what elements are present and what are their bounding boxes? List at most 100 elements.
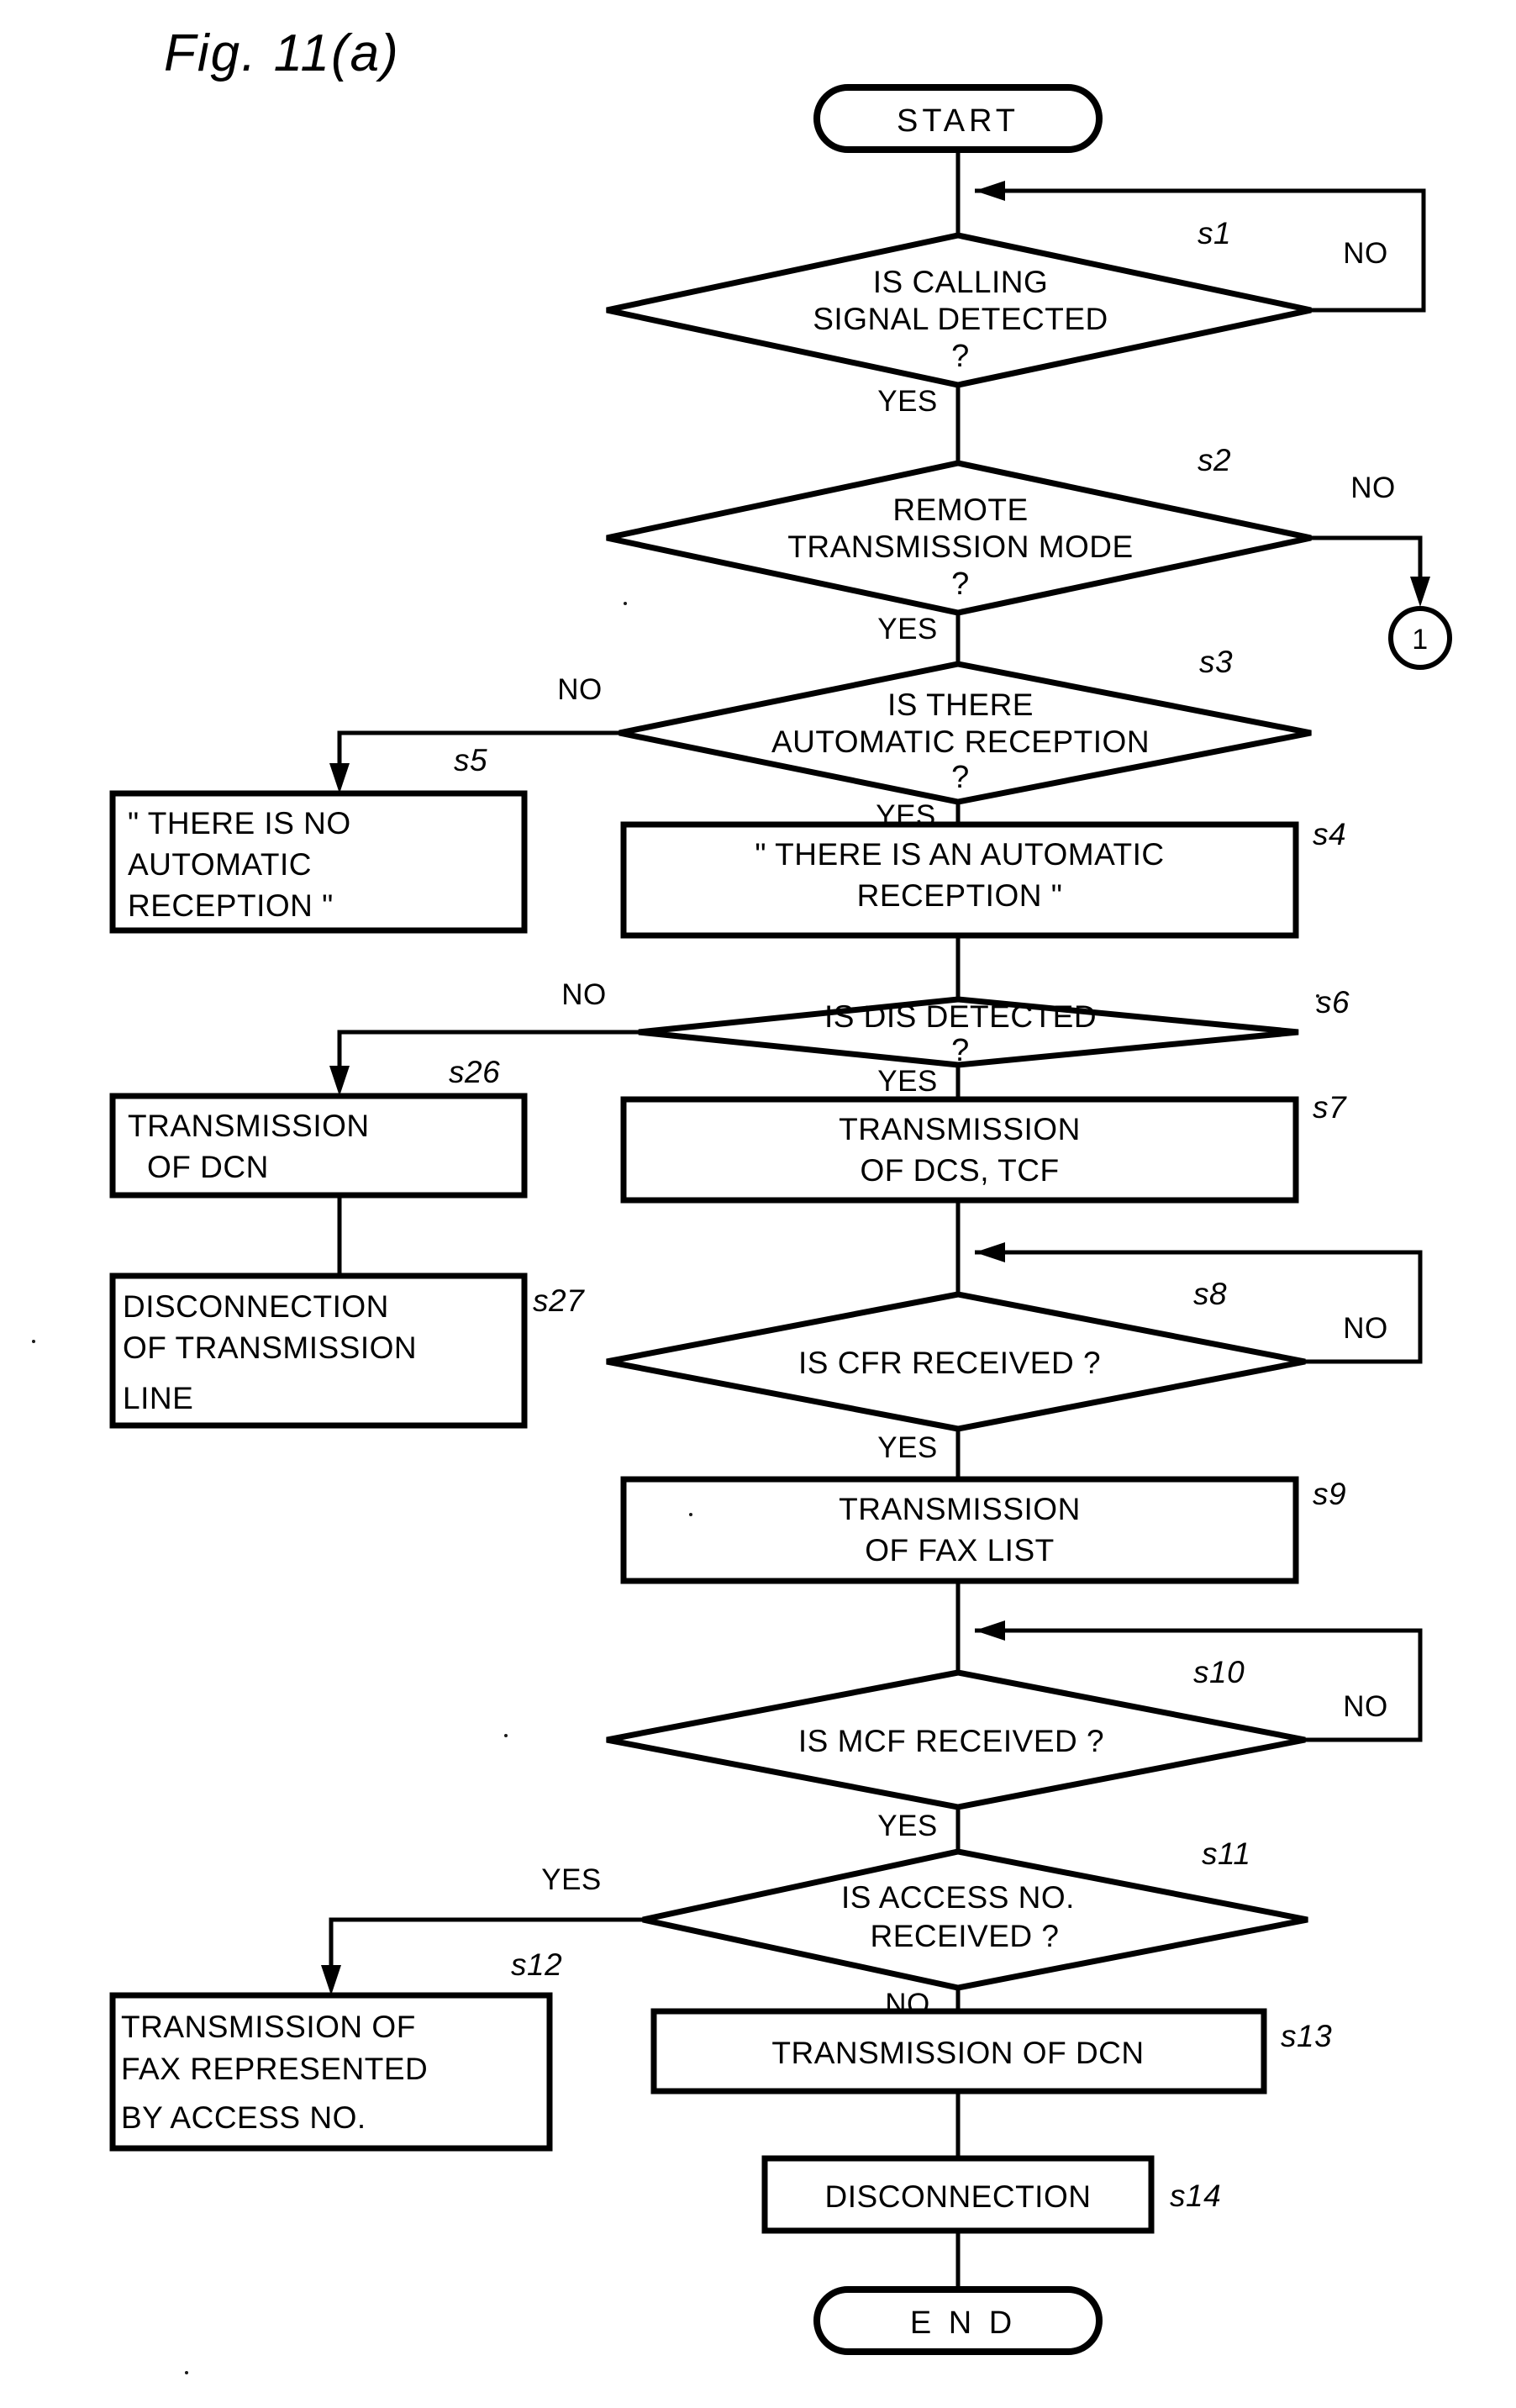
- s12-step-label: s12: [511, 1947, 562, 1982]
- node-s11[interactable]: IS ACCESS NO. RECEIVED ? s11 YES NO: [541, 1836, 1308, 2021]
- s2-branch-yes: YES: [877, 613, 938, 645]
- scan-speck: [1316, 994, 1319, 998]
- s6-branch-yes: YES: [877, 1065, 938, 1098]
- edge-s2-no-to-conn: [1311, 535, 1423, 597]
- s2-question-mark: ?: [951, 566, 970, 602]
- node-s1[interactable]: IS CALLING SIGNAL DETECTED ? s1 NO YES: [606, 216, 1388, 418]
- node-s10[interactable]: IS MCF RECEIVED ? s10 NO YES: [606, 1655, 1388, 1842]
- s6-branch-no: NO: [561, 978, 607, 1011]
- arrowhead-s10-no-loop: [975, 1620, 1005, 1641]
- s1-step-label: s1: [1198, 216, 1231, 250]
- s14-step-label: s14: [1170, 2179, 1221, 2213]
- s13-line-1: TRANSMISSION OF DCN: [771, 2036, 1144, 2070]
- s27-step-label: s27: [533, 1283, 585, 1318]
- arrowhead-s1-no-loop: [975, 181, 1005, 201]
- s27-line-2: OF TRANSMISSION: [123, 1330, 417, 1365]
- node-s7[interactable]: TRANSMISSION OF DCS, TCF s7: [620, 1090, 1347, 1204]
- s10-step-label: s10: [1193, 1655, 1245, 1689]
- s26-step-label: s26: [449, 1055, 500, 1089]
- s8-step-label: s8: [1193, 1277, 1227, 1311]
- s4-line-1: " THERE IS AN AUTOMATIC: [755, 837, 1164, 872]
- s6-step-label: s6: [1316, 985, 1350, 1020]
- s3-step-label: s3: [1199, 645, 1233, 679]
- s3-line-2: AUTOMATIC RECEPTION: [771, 725, 1150, 759]
- node-s27[interactable]: DISCONNECTION OF TRANSMISSION LINE s27: [109, 1272, 585, 1429]
- s8-line-1: IS CFR RECEIVED ?: [798, 1346, 1101, 1380]
- arrowhead-s2-no-to-conn: [1410, 577, 1430, 607]
- s27-line-3: LINE: [123, 1381, 193, 1415]
- s1-branch-yes: YES: [877, 385, 938, 418]
- s12-line-2: FAX REPRESENTED: [121, 2052, 428, 2086]
- node-s8[interactable]: IS CFR RECEIVED ? s8 NO YES: [606, 1277, 1388, 1464]
- node-end[interactable]: E N D: [813, 2286, 1103, 2355]
- node-s3[interactable]: IS THERE AUTOMATIC RECEPTION ? s3 NO YES: [557, 645, 1312, 832]
- arrowhead-s11-yes-to-s12: [321, 1965, 341, 1995]
- s8-branch-no: NO: [1343, 1312, 1388, 1345]
- connector-label: 1: [1412, 624, 1428, 656]
- figure-title: Fig. 11(a): [164, 24, 400, 82]
- s3-branch-no: NO: [557, 673, 603, 706]
- s2-line-1: REMOTE: [892, 493, 1028, 527]
- s6-line-1: IS DIS DETECTED: [824, 999, 1097, 1034]
- node-s4[interactable]: " THERE IS AN AUTOMATIC RECEPTION " s4: [620, 817, 1346, 939]
- node-s12[interactable]: TRANSMISSION OF FAX REPRESENTED BY ACCES…: [109, 1947, 562, 2152]
- s13-step-label: s13: [1281, 2019, 1332, 2053]
- edge-s11-yes-to-s12: [329, 1917, 643, 1984]
- arrowhead-s8-no-loop: [975, 1242, 1005, 1262]
- s1-line-1: IS CALLING: [873, 265, 1049, 299]
- s5-line-2: AUTOMATIC: [128, 847, 312, 882]
- node-s26[interactable]: TRANSMISSION OF DCN s26: [109, 1055, 528, 1199]
- scan-speck: [32, 1340, 35, 1343]
- s2-step-label: s2: [1198, 443, 1231, 477]
- end-label: E N D: [910, 2305, 1016, 2341]
- s9-step-label: s9: [1313, 1477, 1346, 1511]
- s8-branch-yes: YES: [877, 1431, 938, 1464]
- start-label: START: [897, 103, 1019, 139]
- s2-line-2: TRANSMISSION MODE: [787, 530, 1133, 564]
- s14-line-1: DISCONNECTION: [825, 2179, 1092, 2214]
- figure-root: Fig. 11(a) START IS CALLING SIGNAL DETEC…: [0, 0, 1516, 2408]
- node-connector-1[interactable]: 1: [1388, 606, 1452, 670]
- s1-line-2: SIGNAL DETECTED: [813, 302, 1108, 336]
- s11-branch-yes: YES: [541, 1863, 602, 1896]
- s5-line-1: " THERE IS NO: [128, 806, 351, 840]
- s12-line-1: TRANSMISSION OF: [121, 2010, 416, 2044]
- s11-line-2: RECEIVED ?: [870, 1919, 1059, 1953]
- s10-branch-yes: YES: [877, 1810, 938, 1842]
- s26-line-2: OF DCN: [147, 1150, 269, 1184]
- s4-step-label: s4: [1313, 817, 1346, 851]
- s5-line-3: RECEPTION ": [128, 888, 334, 923]
- s11-line-1: IS ACCESS NO.: [841, 1880, 1075, 1915]
- arrowhead-s6-no-to-s26: [329, 1066, 350, 1096]
- node-s6[interactable]: IS DIS DETECTED ? s6 NO YES: [561, 978, 1350, 1098]
- s7-line-2: OF DCS, TCF: [860, 1153, 1059, 1188]
- s9-line-1: TRANSMISSION: [839, 1492, 1081, 1526]
- s1-branch-no: NO: [1343, 237, 1388, 270]
- node-s2[interactable]: REMOTE TRANSMISSION MODE ? s2 NO YES: [606, 443, 1396, 645]
- node-s5[interactable]: " THERE IS NO AUTOMATIC RECEPTION " s5: [109, 743, 528, 934]
- s3-line-1: IS THERE: [887, 688, 1034, 722]
- s9-line-2: OF FAX LIST: [865, 1533, 1055, 1568]
- scan-speck: [624, 602, 627, 605]
- s27-line-1: DISCONNECTION: [123, 1289, 389, 1324]
- s7-line-1: TRANSMISSION: [839, 1112, 1081, 1146]
- s10-branch-no: NO: [1343, 1690, 1388, 1723]
- scan-speck: [689, 1513, 692, 1516]
- node-s13[interactable]: TRANSMISSION OF DCN s13: [650, 2008, 1332, 2094]
- scan-speck: [185, 2371, 188, 2374]
- node-s14[interactable]: DISCONNECTION s14: [761, 2155, 1221, 2234]
- node-start[interactable]: START: [813, 84, 1103, 153]
- s10-line-1: IS MCF RECEIVED ?: [798, 1724, 1104, 1758]
- s26-line-1: TRANSMISSION: [128, 1109, 370, 1143]
- s11-step-label: s11: [1202, 1836, 1250, 1871]
- node-s9[interactable]: TRANSMISSION OF FAX LIST s9: [620, 1476, 1346, 1584]
- flowchart-canvas: START IS CALLING SIGNAL DETECTED ? s1 NO…: [109, 84, 1452, 2355]
- scan-speck: [504, 1734, 508, 1737]
- s3-question-mark: ?: [951, 760, 970, 795]
- s4-line-2: RECEPTION ": [857, 878, 1063, 913]
- arrowhead-s3-no-to-s5: [329, 763, 350, 793]
- s6-question-mark: ?: [951, 1033, 970, 1068]
- s2-branch-no: NO: [1350, 472, 1396, 504]
- s12-line-3: BY ACCESS NO.: [121, 2100, 366, 2135]
- s1-question-mark: ?: [951, 339, 970, 374]
